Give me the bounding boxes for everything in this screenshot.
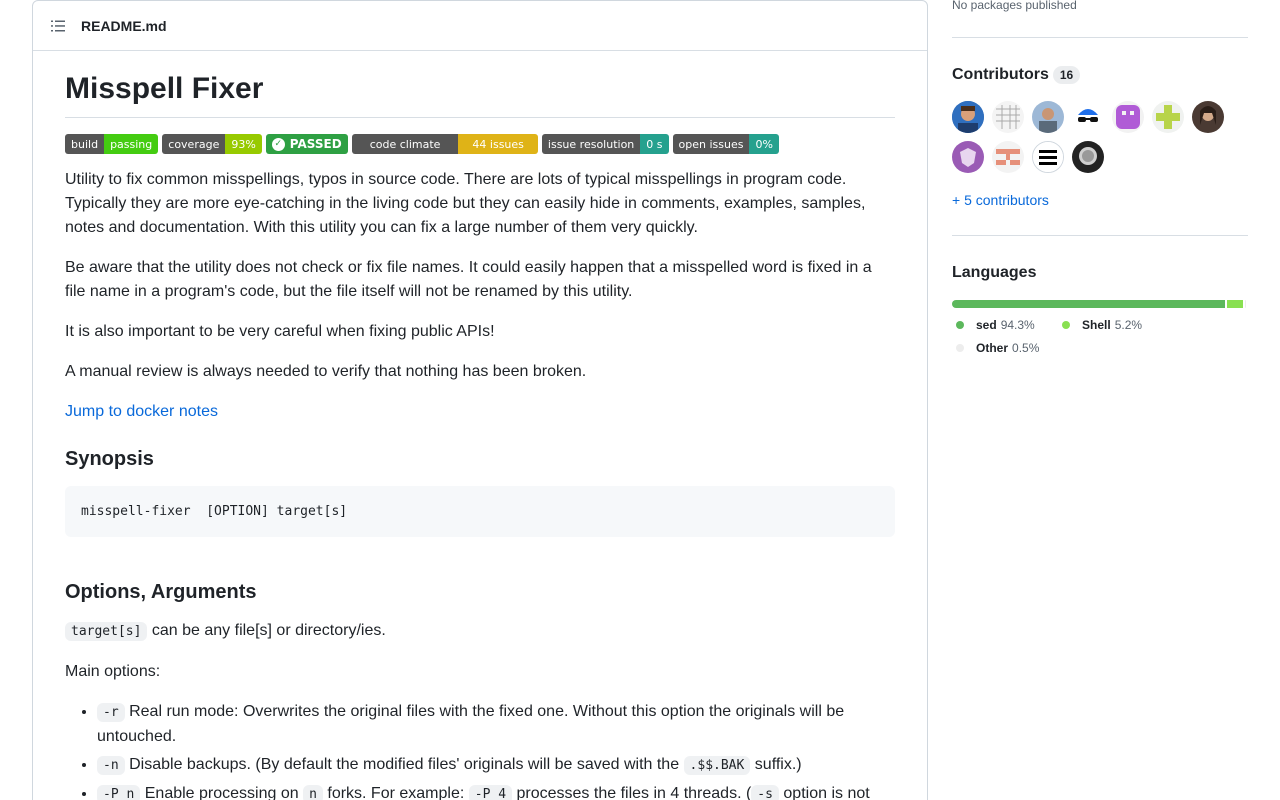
option-text: processes the files in 4 threads. ( xyxy=(512,785,752,800)
language-item-sed[interactable]: sed 94.3% xyxy=(956,318,1035,332)
avatar[interactable] xyxy=(1072,101,1104,133)
language-name: Other xyxy=(976,341,1009,355)
target-code: target[s] xyxy=(65,622,148,641)
passed-badge[interactable]: ✓ PASSED xyxy=(265,134,348,154)
avatar[interactable] xyxy=(1152,101,1184,133)
inline-code: -s xyxy=(751,785,779,800)
docker-notes-link[interactable]: Jump to docker notes xyxy=(65,403,218,420)
divider xyxy=(952,37,1248,38)
avatar[interactable] xyxy=(1032,141,1064,173)
avatar[interactable] xyxy=(1032,101,1064,133)
docker-link-line: Jump to docker notes xyxy=(65,400,895,424)
language-segment-sed xyxy=(952,300,1226,308)
badge-row: build passing coverage 93% ✓ PASSED code… xyxy=(65,134,895,154)
inline-code: -P 4 xyxy=(468,785,513,800)
paragraph: It is also important to be very careful … xyxy=(65,323,495,340)
option-text: Real run mode: Overwrites the original f… xyxy=(97,703,845,745)
badge-value: 93% xyxy=(225,134,262,154)
option-text: forks. For example: xyxy=(322,785,469,800)
language-percent: 0.5% xyxy=(1012,341,1040,355)
flag-code: -n xyxy=(97,756,125,775)
inline-code: n xyxy=(303,785,323,800)
divider xyxy=(952,235,1248,236)
avatar[interactable] xyxy=(952,141,984,173)
readme-body: Misspell Fixer build passing coverage 93… xyxy=(33,51,927,800)
badge-label: open issues xyxy=(672,134,750,154)
option-text: option is not xyxy=(778,785,870,800)
readme-title: Misspell Fixer xyxy=(65,69,895,118)
coverage-badge[interactable]: coverage 93% xyxy=(162,134,262,154)
packages-status: No packages published xyxy=(952,0,1077,12)
avatar[interactable] xyxy=(1112,101,1144,133)
synopsis-code-block: misspell-fixer [OPTION] target[s] xyxy=(65,486,895,537)
badge-value: 0% xyxy=(749,134,779,154)
options-heading: Options, Arguments xyxy=(65,581,257,603)
avatar[interactable] xyxy=(992,101,1024,133)
more-contributors-link[interactable]: + 5 contributors xyxy=(952,192,1049,208)
build-badge[interactable]: build passing xyxy=(65,134,159,154)
main-options-label: Main options: xyxy=(65,663,161,680)
outline-icon[interactable] xyxy=(49,17,67,35)
avatar[interactable] xyxy=(1192,101,1224,133)
options-list: -r Real run mode: Overwrites the origina… xyxy=(65,700,895,800)
code-climate-badge[interactable]: code climate 44 issues xyxy=(351,134,538,154)
language-name: sed xyxy=(976,318,997,332)
badge-label: build xyxy=(65,134,105,154)
option-text: Enable processing on xyxy=(140,785,304,800)
language-segment-shell xyxy=(1227,300,1243,308)
option-text: Disable backups. (By default the modifie… xyxy=(124,756,684,773)
language-dot xyxy=(1062,321,1070,329)
inline-code: .$$.BAK xyxy=(683,756,751,775)
badge-label: issue resolution xyxy=(541,134,641,154)
list-item: -r Real run mode: Overwrites the origina… xyxy=(97,700,895,749)
contributors-count: 16 xyxy=(1052,66,1081,84)
contributors-heading[interactable]: Contributors 16 xyxy=(952,66,1081,84)
badge-value: PASSED xyxy=(289,137,342,151)
readme-filename: README.md xyxy=(81,17,167,34)
target-text: can be any file[s] or directory/ies. xyxy=(147,622,386,639)
paragraph: Be aware that the utility does not check… xyxy=(65,259,872,300)
language-dot xyxy=(956,321,964,329)
check-icon: ✓ xyxy=(271,137,285,151)
badge-value: passing xyxy=(104,134,159,154)
readme-panel: README.md Misspell Fixer build passing c… xyxy=(32,0,928,800)
language-percent: 94.3% xyxy=(1000,318,1035,332)
language-segment-other xyxy=(1244,300,1246,308)
paragraph: A manual review is always needed to veri… xyxy=(65,363,587,380)
synopsis-code: misspell-fixer [OPTION] target[s] xyxy=(81,504,348,519)
avatar[interactable] xyxy=(1072,141,1104,173)
list-item: -P n Enable processing on n forks. For e… xyxy=(97,782,895,800)
language-bar xyxy=(952,300,1248,308)
badge-label: code climate xyxy=(351,134,459,154)
badge-label: coverage xyxy=(162,134,226,154)
flag-code: -P n xyxy=(97,785,141,800)
avatar[interactable] xyxy=(952,101,984,133)
language-item-shell[interactable]: Shell 5.2% xyxy=(1062,318,1142,332)
list-item: -n Disable backups. (By default the modi… xyxy=(97,753,895,778)
language-percent: 5.2% xyxy=(1114,318,1143,332)
open-issues-badge[interactable]: open issues 0% xyxy=(672,134,779,154)
language-name: Shell xyxy=(1082,318,1111,332)
contributors-label: Contributors xyxy=(952,66,1049,84)
badge-value: 44 issues xyxy=(458,134,538,154)
flag-code: -r xyxy=(97,703,125,722)
badge-value: 0 s xyxy=(640,134,669,154)
issue-resolution-badge[interactable]: issue resolution 0 s xyxy=(541,134,669,154)
language-dot xyxy=(956,344,964,352)
language-item-other[interactable]: Other 0.5% xyxy=(956,341,1039,355)
synopsis-heading: Synopsis xyxy=(65,448,154,470)
option-text: suffix.) xyxy=(750,756,802,773)
languages-heading: Languages xyxy=(952,264,1037,281)
paragraph: Utility to fix common misspellings, typo… xyxy=(65,171,866,236)
readme-header: README.md xyxy=(33,1,927,51)
avatar[interactable] xyxy=(992,141,1024,173)
target-line: target[s] can be any file[s] or director… xyxy=(65,619,895,644)
